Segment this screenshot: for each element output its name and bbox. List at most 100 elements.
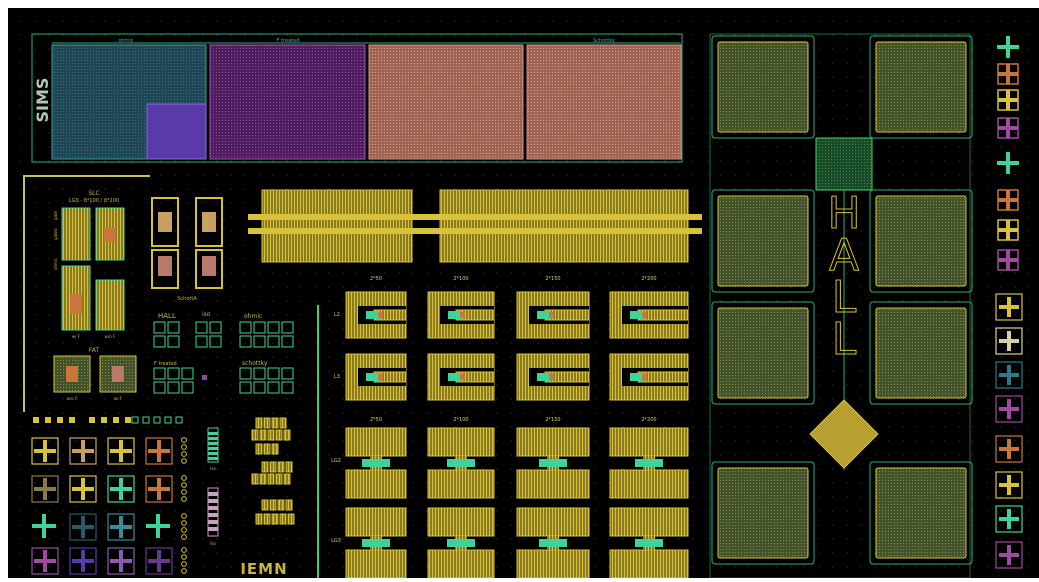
hall-pad <box>875 41 967 133</box>
hall-pad <box>717 467 809 559</box>
gate-channel <box>362 539 390 547</box>
hall-pad <box>717 41 809 133</box>
small-transistor <box>285 461 293 473</box>
small-transistor <box>283 429 291 441</box>
column-header-bottom: 2*150 <box>545 417 560 423</box>
alignment-cross <box>146 524 170 528</box>
small-transistor <box>263 513 271 525</box>
gate-pad-bottom <box>427 549 495 579</box>
alignment-mark-bar <box>148 487 170 491</box>
sims-region-label-schottky: Schottky <box>593 38 615 44</box>
hall-pad <box>875 467 967 559</box>
layout-viewer: SIMS ohmic F treated Schottky SLC LGS - … <box>0 0 1039 579</box>
cpw-contact <box>460 374 465 380</box>
small-transistor <box>267 429 275 441</box>
hall-pad <box>717 307 809 399</box>
cpw-transistor <box>345 353 407 401</box>
slc-foot-label-wf: w/ F <box>72 334 81 339</box>
alignment-mark-bar <box>148 559 170 563</box>
sims-block: SIMS ohmic F treated Schottky <box>31 33 683 163</box>
alignment-mark-bar <box>110 487 132 491</box>
gate-pad-top <box>345 427 407 457</box>
alignment-mark-bar <box>34 559 56 563</box>
cpw-channel <box>366 311 380 319</box>
alignment-mark-bar <box>110 559 132 563</box>
alignment-cross <box>997 45 1019 49</box>
alignment-mark-bar <box>999 339 1019 343</box>
gate-channel <box>635 459 663 467</box>
small-transistor <box>255 443 263 455</box>
row-label-bottom: LG3 <box>331 538 341 544</box>
row-label-top: L3 <box>334 374 340 380</box>
gate-pad-top <box>516 427 590 457</box>
dot-mark <box>113 417 119 423</box>
f-treated-label: F treated <box>154 361 177 367</box>
gate-pad-bottom <box>427 469 495 499</box>
alignment-mark-bar <box>72 559 94 563</box>
fat-foot-label-wf: w/ F <box>114 396 123 401</box>
gate-channel <box>635 539 663 547</box>
gate-channel <box>539 539 567 547</box>
slc-title: SLC <box>88 190 99 197</box>
tlm-finger <box>208 432 218 435</box>
gate-pad-top <box>345 507 407 537</box>
dot-mark <box>57 417 63 423</box>
cpw-contact <box>549 312 554 318</box>
hall-big-letter: L <box>832 314 857 365</box>
alignment-mark-bar <box>34 487 56 491</box>
dot-mark <box>45 417 51 423</box>
small-transistor <box>277 461 285 473</box>
tlm-finger <box>208 499 218 503</box>
small-transistor <box>269 461 277 473</box>
fat-title: FAT <box>89 347 100 354</box>
schottky-a-label: SchottA <box>177 296 197 302</box>
tlm-finger <box>208 452 218 455</box>
gate-pad-top <box>609 507 689 537</box>
gate-pad-top <box>427 507 495 537</box>
alignment-grid-bar <box>998 72 1018 76</box>
alignment-mark-bar <box>72 449 94 453</box>
cpw-channel <box>630 373 644 381</box>
sims-label: SIMS <box>33 78 52 123</box>
cpw-contact <box>642 374 647 380</box>
gate-pad-bottom <box>345 549 407 579</box>
tlm-finger <box>208 447 218 450</box>
small-transistor <box>271 513 279 525</box>
alignment-grid-bar <box>998 98 1018 102</box>
gate-pad-bottom <box>609 469 689 499</box>
dot-mark <box>125 417 131 423</box>
alignment-mark-bar <box>999 407 1019 411</box>
tlm-finger <box>208 506 218 510</box>
alignment-mark-bar <box>34 449 56 453</box>
column-header-bottom: 2*50 <box>370 417 382 423</box>
hall-pad <box>875 307 967 399</box>
dot-mark <box>33 417 39 423</box>
gate-pad-top <box>609 427 689 457</box>
small-transistor <box>285 499 293 511</box>
alignment-mark-bar <box>148 449 170 453</box>
cpw-contact <box>549 374 554 380</box>
alignment-grid-bar <box>998 228 1018 232</box>
small-transistor <box>271 443 279 455</box>
alignment-cross <box>32 524 56 528</box>
gate-channel <box>447 539 475 547</box>
cpw-contact <box>642 312 647 318</box>
alignment-mark-bar <box>999 553 1019 557</box>
slc-side-label-gated: gated <box>53 228 58 240</box>
ohmic-label: ohmic <box>244 313 262 320</box>
hall-pad <box>875 195 967 287</box>
f-treated-marker <box>202 375 207 380</box>
cpw-transistor <box>609 353 689 401</box>
gate-pad-top <box>516 507 590 537</box>
gate-pad-bottom <box>345 469 407 499</box>
sims-region-label-f-treated: F treated <box>277 38 300 44</box>
alignment-mark-bar <box>999 373 1019 377</box>
cpw-channel <box>366 373 380 381</box>
dot-mark <box>89 417 95 423</box>
cpw-channel <box>537 311 551 319</box>
tlm-label-2: Iso <box>210 541 216 546</box>
tlm-finger <box>208 492 218 496</box>
mask-layout-canvas: SIMS ohmic F treated Schottky SLC LGS - … <box>0 0 1039 579</box>
gate-pad-bottom <box>516 469 590 499</box>
alignment-mark-bar <box>110 525 132 529</box>
